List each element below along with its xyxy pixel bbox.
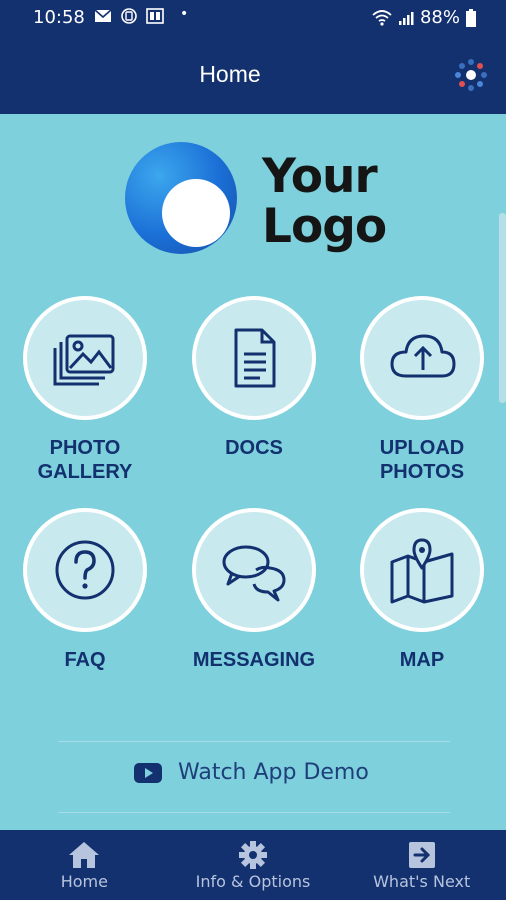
status-system-icons: 88% <box>372 7 476 28</box>
status-time: 10:58 <box>33 7 85 28</box>
wifi-icon <box>372 9 392 26</box>
nav-whats-next-label: What's Next <box>373 872 471 891</box>
battery-icon <box>466 8 476 27</box>
logo-line-2: Logo <box>262 199 387 254</box>
signal-icon <box>398 11 414 25</box>
app-icon <box>146 8 164 24</box>
page-title: Home <box>199 61 261 87</box>
youtube-icon <box>134 762 162 783</box>
logo-text: Your Logo <box>262 149 387 254</box>
home-icon <box>69 842 100 868</box>
divider-top <box>58 741 450 742</box>
sync-icon <box>121 8 137 24</box>
nav-info-options-label: Info & Options <box>195 872 311 891</box>
tile-photo-gallery-circle[interactable] <box>23 296 147 420</box>
nav-whats-next[interactable]: What's Next <box>337 830 506 900</box>
question-icon <box>55 540 115 600</box>
document-icon <box>234 328 276 388</box>
bottom-nav: Home Info & Options What's Next <box>0 830 506 900</box>
scrollbar[interactable] <box>499 213 506 403</box>
tile-docs-circle[interactable] <box>192 296 316 420</box>
dot-icon: • <box>180 6 189 22</box>
photo-gallery-icon <box>53 334 115 386</box>
gear-icon <box>239 841 267 869</box>
dots-menu-icon[interactable] <box>452 56 490 94</box>
watch-demo-label: Watch App Demo <box>178 760 369 785</box>
cloud-upload-icon <box>390 334 456 378</box>
nav-home-label: Home <box>60 872 108 891</box>
tile-map-label: MAP <box>399 649 445 671</box>
map-icon <box>390 538 454 604</box>
nav-home[interactable]: Home <box>0 830 169 900</box>
status-bar: 10:58 • 88% <box>0 0 506 34</box>
tile-messaging-circle[interactable] <box>192 508 316 632</box>
app-bar: Home <box>0 34 506 114</box>
tile-faq-circle[interactable] <box>23 508 147 632</box>
logo-line-1: Your <box>262 149 378 204</box>
watch-demo-link[interactable]: Watch App Demo <box>134 760 369 785</box>
logo-mark-center <box>162 179 230 247</box>
mail-icon <box>94 9 112 22</box>
tile-upload-photos-label: UPLOAD PHOTOS <box>379 437 465 483</box>
tile-map-circle[interactable] <box>360 508 484 632</box>
status-notification-icons <box>94 8 164 24</box>
tile-upload-photos-circle[interactable] <box>360 296 484 420</box>
battery-percent: 88% <box>419 7 460 28</box>
chat-bubbles-icon <box>222 545 286 602</box>
arrow-right-box-icon <box>408 842 435 868</box>
divider-bottom <box>58 812 450 813</box>
nav-info-options[interactable]: Info & Options <box>169 830 338 900</box>
